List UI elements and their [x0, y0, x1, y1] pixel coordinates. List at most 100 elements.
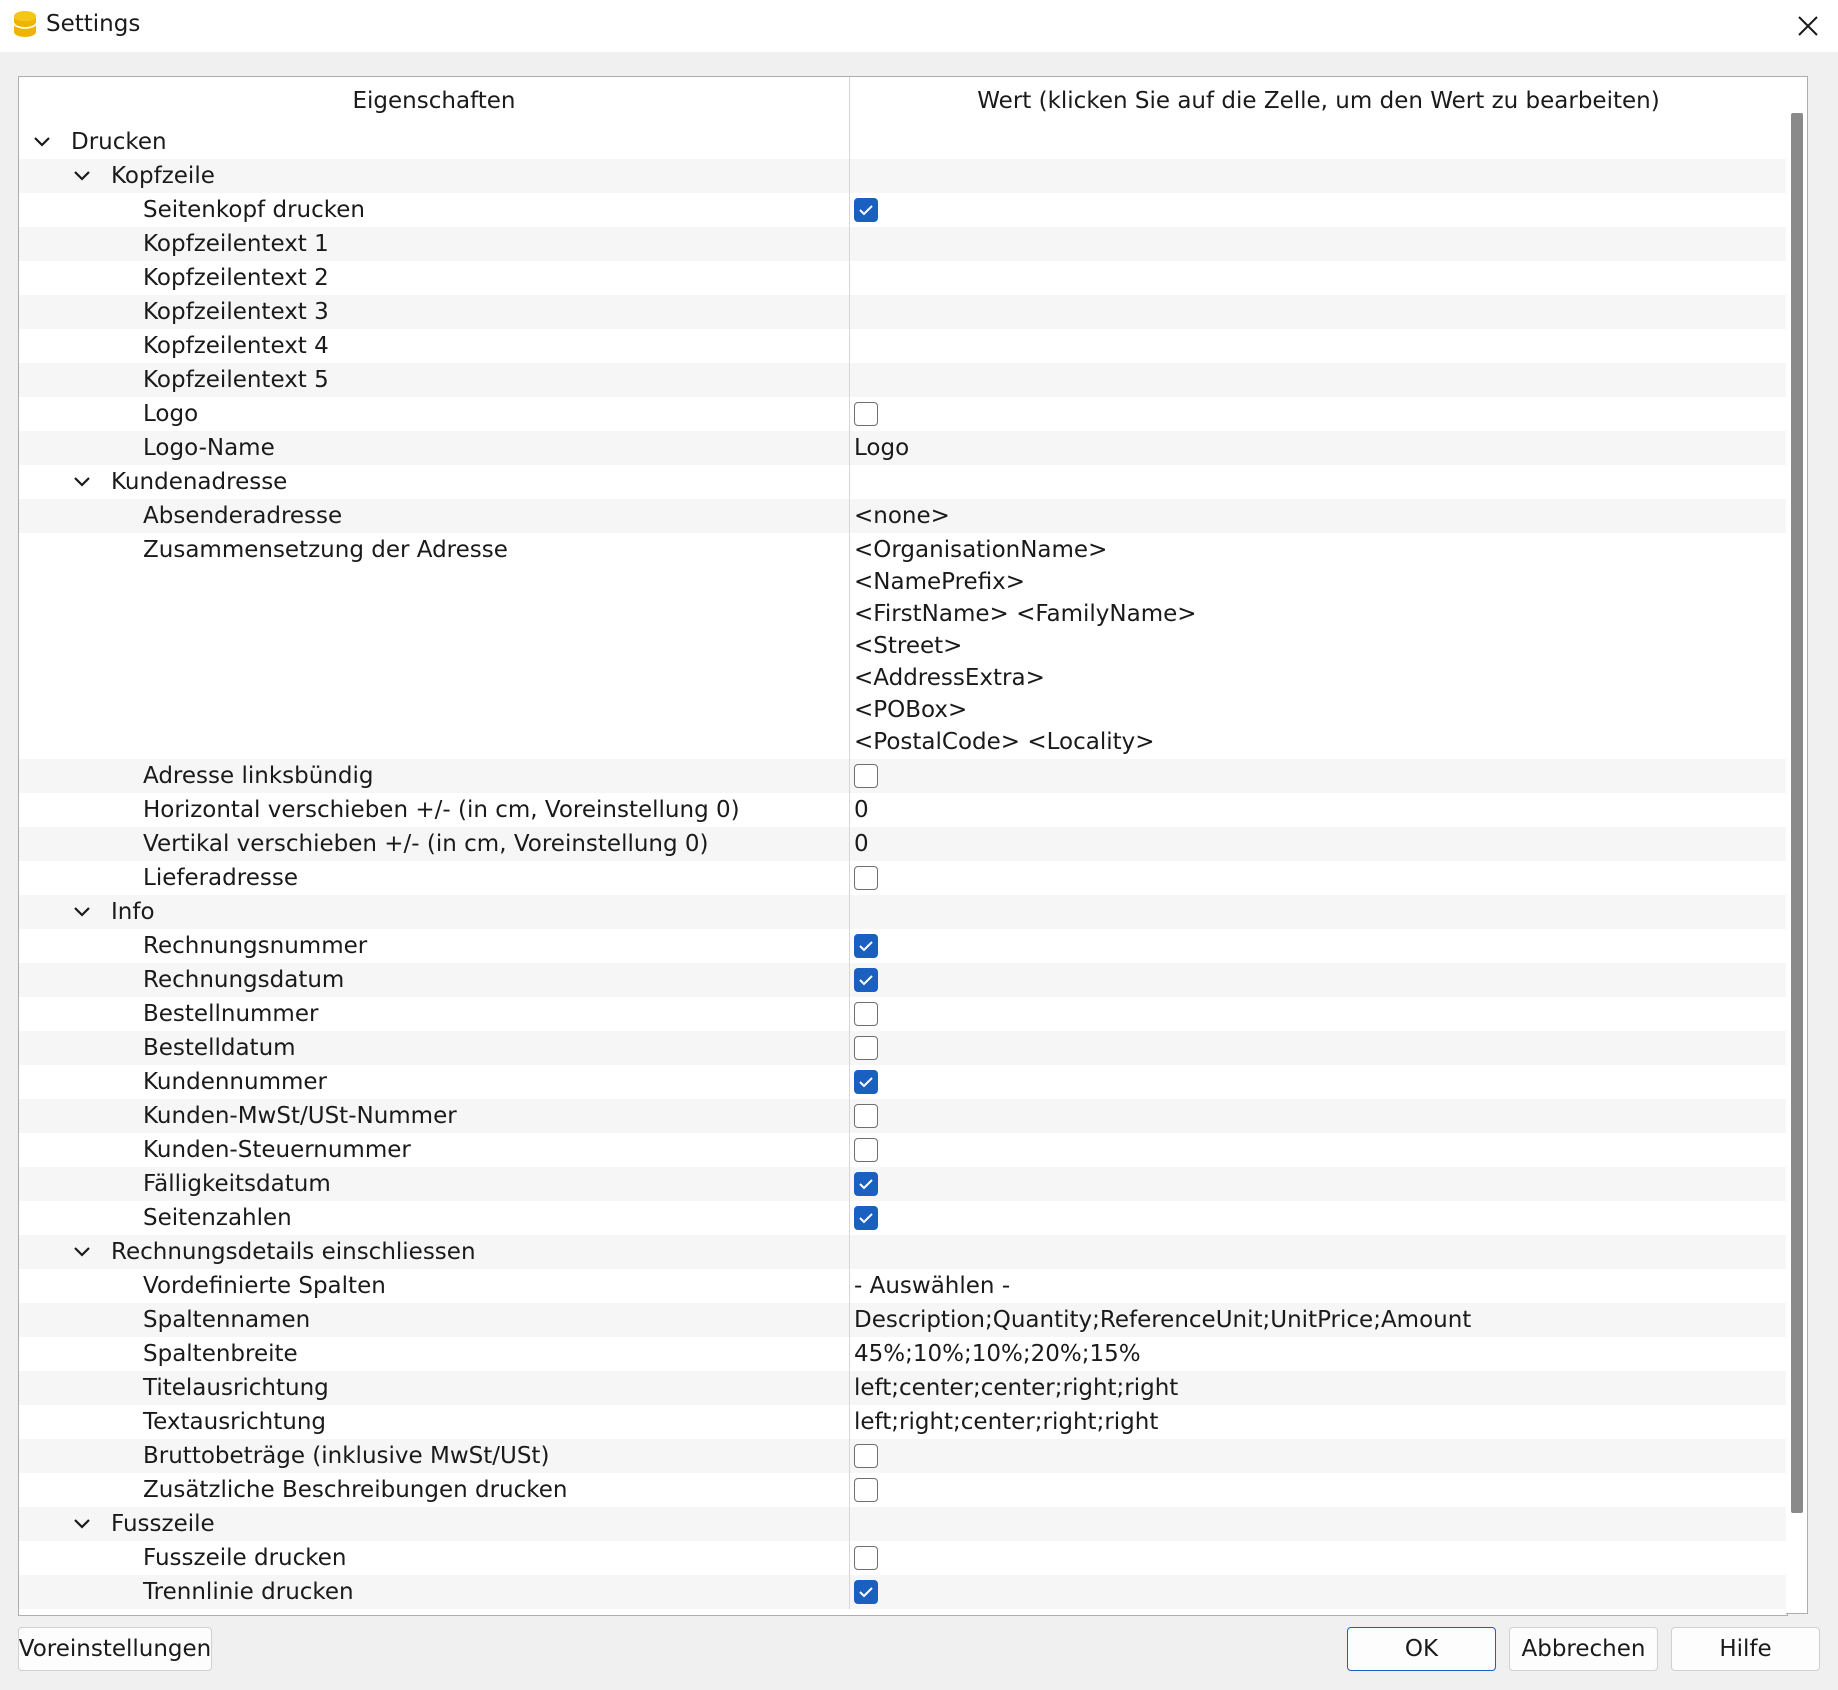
scrollbar-thumb[interactable] [1791, 113, 1803, 1513]
property-cell[interactable]: Spaltenbreite [19, 1337, 850, 1371]
table-row[interactable]: Zusätzliche Beschreibungen drucken [19, 1473, 1787, 1507]
value-cell[interactable] [850, 193, 1787, 227]
checkbox-checked[interactable] [854, 1206, 878, 1230]
value-cell[interactable] [850, 1507, 1787, 1541]
property-cell[interactable]: Kundenadresse [19, 465, 850, 499]
property-cell[interactable]: Kunden-MwSt/USt-Nummer [19, 1099, 850, 1133]
chevron-down-icon[interactable] [71, 1507, 93, 1541]
property-cell[interactable]: Fälligkeitsdatum [19, 1167, 850, 1201]
value-cell[interactable]: Description;Quantity;ReferenceUnit;UnitP… [850, 1303, 1787, 1337]
value-cell[interactable] [850, 1133, 1787, 1167]
value-cell[interactable]: <none> [850, 499, 1787, 533]
property-cell[interactable]: Kopfzeilentext 3 [19, 295, 850, 329]
property-cell[interactable]: Kopfzeilentext 1 [19, 227, 850, 261]
property-cell[interactable]: Vertikal verschieben +/- (in cm, Voreins… [19, 827, 850, 861]
table-row[interactable]: Trennlinie drucken [19, 1575, 1787, 1609]
property-cell[interactable]: Zusammensetzung der Adresse [19, 533, 850, 759]
table-row[interactable]: Seitenzahlen [19, 1201, 1787, 1235]
value-cell[interactable] [850, 1031, 1787, 1065]
value-cell[interactable] [850, 1473, 1787, 1507]
value-cell[interactable] [850, 1575, 1787, 1609]
cancel-button[interactable]: Abbrechen [1509, 1627, 1658, 1671]
value-cell[interactable] [850, 759, 1787, 793]
table-row[interactable]: Fälligkeitsdatum [19, 1167, 1787, 1201]
property-cell[interactable]: Logo-Name [19, 431, 850, 465]
chevron-down-icon[interactable] [71, 895, 93, 929]
property-cell[interactable]: Lieferadresse [19, 861, 850, 895]
tree-group-row[interactable]: Fusszeile [19, 1507, 1787, 1541]
property-cell[interactable]: Kundennummer [19, 1065, 850, 1099]
property-cell[interactable]: Kunden-Steuernummer [19, 1133, 850, 1167]
property-cell[interactable]: Logo [19, 397, 850, 431]
property-cell[interactable]: Drucken [19, 125, 850, 159]
checkbox-checked[interactable] [854, 968, 878, 992]
value-cell[interactable] [850, 227, 1787, 261]
table-row[interactable]: Fusszeile drucken [19, 1541, 1787, 1575]
value-cell[interactable] [850, 1439, 1787, 1473]
table-row[interactable]: Adresse linksbündig [19, 759, 1787, 793]
property-cell[interactable]: Kopfzeilentext 5 [19, 363, 850, 397]
table-row[interactable]: Kunden-Steuernummer [19, 1133, 1787, 1167]
property-cell[interactable]: Kopfzeile [19, 159, 850, 193]
value-cell[interactable] [850, 861, 1787, 895]
table-row[interactable]: Zusammensetzung der Adresse <Organisation… [19, 533, 1787, 759]
column-header-property[interactable]: Eigenschaften [19, 77, 850, 125]
table-row[interactable]: Textausrichtung left;right;center;right;r… [19, 1405, 1787, 1439]
tree-group-row[interactable]: Rechnungsdetails einschliessen [19, 1235, 1787, 1269]
help-button[interactable]: Hilfe [1671, 1627, 1820, 1671]
checkbox-unchecked[interactable] [854, 764, 878, 788]
property-cell[interactable]: Absenderadresse [19, 499, 850, 533]
table-row[interactable]: Bestelldatum [19, 1031, 1787, 1065]
value-cell[interactable] [850, 895, 1787, 929]
table-row[interactable]: Rechnungsnummer [19, 929, 1787, 963]
value-cell[interactable]: <OrganisationName> <NamePrefix> <FirstName… [850, 533, 1787, 759]
close-button[interactable] [1778, 0, 1838, 52]
tree-group-row[interactable]: Kundenadresse [19, 465, 1787, 499]
table-row[interactable]: Absenderadresse <none> [19, 499, 1787, 533]
table-row[interactable]: Logo [19, 397, 1787, 431]
checkbox-unchecked[interactable] [854, 1104, 878, 1128]
checkbox-unchecked[interactable] [854, 866, 878, 890]
value-cell[interactable] [850, 329, 1787, 363]
property-cell[interactable]: Rechnungsnummer [19, 929, 850, 963]
table-row[interactable]: Vertikal verschieben +/- (in cm, Voreins… [19, 827, 1787, 861]
checkbox-checked[interactable] [854, 1070, 878, 1094]
table-row[interactable]: Bruttobeträge (inklusive MwSt/USt) [19, 1439, 1787, 1473]
value-cell[interactable] [850, 363, 1787, 397]
checkbox-unchecked[interactable] [854, 1546, 878, 1570]
value-cell[interactable] [850, 261, 1787, 295]
checkbox-unchecked[interactable] [854, 1002, 878, 1026]
value-cell[interactable] [850, 1099, 1787, 1133]
value-cell[interactable]: left;right;center;right;right [850, 1405, 1787, 1439]
property-cell[interactable]: Rechnungsdetails einschliessen [19, 1235, 850, 1269]
tree-group-row[interactable]: Drucken [19, 125, 1787, 159]
value-cell[interactable]: - Auswählen - [850, 1269, 1787, 1303]
value-cell[interactable] [850, 295, 1787, 329]
table-row[interactable]: Rechnungsdatum [19, 963, 1787, 997]
property-cell[interactable]: Fusszeile [19, 1507, 850, 1541]
table-row[interactable]: Kundennummer [19, 1065, 1787, 1099]
tree-group-row[interactable]: Info [19, 895, 1787, 929]
property-cell[interactable]: Trennlinie drucken [19, 1575, 850, 1609]
defaults-button[interactable]: Voreinstellungen [18, 1627, 212, 1671]
table-row[interactable]: Seitenkopf drucken [19, 193, 1787, 227]
value-cell[interactable] [850, 997, 1787, 1031]
checkbox-unchecked[interactable] [854, 1478, 878, 1502]
property-cell[interactable]: Bestellnummer [19, 997, 850, 1031]
chevron-down-icon[interactable] [71, 465, 93, 499]
table-row[interactable]: Horizontal verschieben +/- (in cm, Vorei… [19, 793, 1787, 827]
property-cell[interactable]: Info [19, 895, 850, 929]
table-row[interactable]: Titelausrichtung left;center;center;right… [19, 1371, 1787, 1405]
chevron-down-icon[interactable] [31, 125, 53, 159]
value-cell[interactable] [850, 963, 1787, 997]
property-cell[interactable]: Bestelldatum [19, 1031, 850, 1065]
property-cell[interactable]: Titelausrichtung [19, 1371, 850, 1405]
checkbox-checked[interactable] [854, 198, 878, 222]
property-cell[interactable]: Vordefinierte Spalten [19, 1269, 850, 1303]
table-row[interactable]: Spaltenbreite 45%;10%;10%;20%;15% [19, 1337, 1787, 1371]
chevron-down-icon[interactable] [71, 1235, 93, 1269]
property-cell[interactable]: Bruttobeträge (inklusive MwSt/USt) [19, 1439, 850, 1473]
table-row[interactable]: Kopfzeilentext 2 [19, 261, 1787, 295]
property-cell[interactable]: Fusszeile drucken [19, 1541, 850, 1575]
value-cell[interactable] [850, 1167, 1787, 1201]
